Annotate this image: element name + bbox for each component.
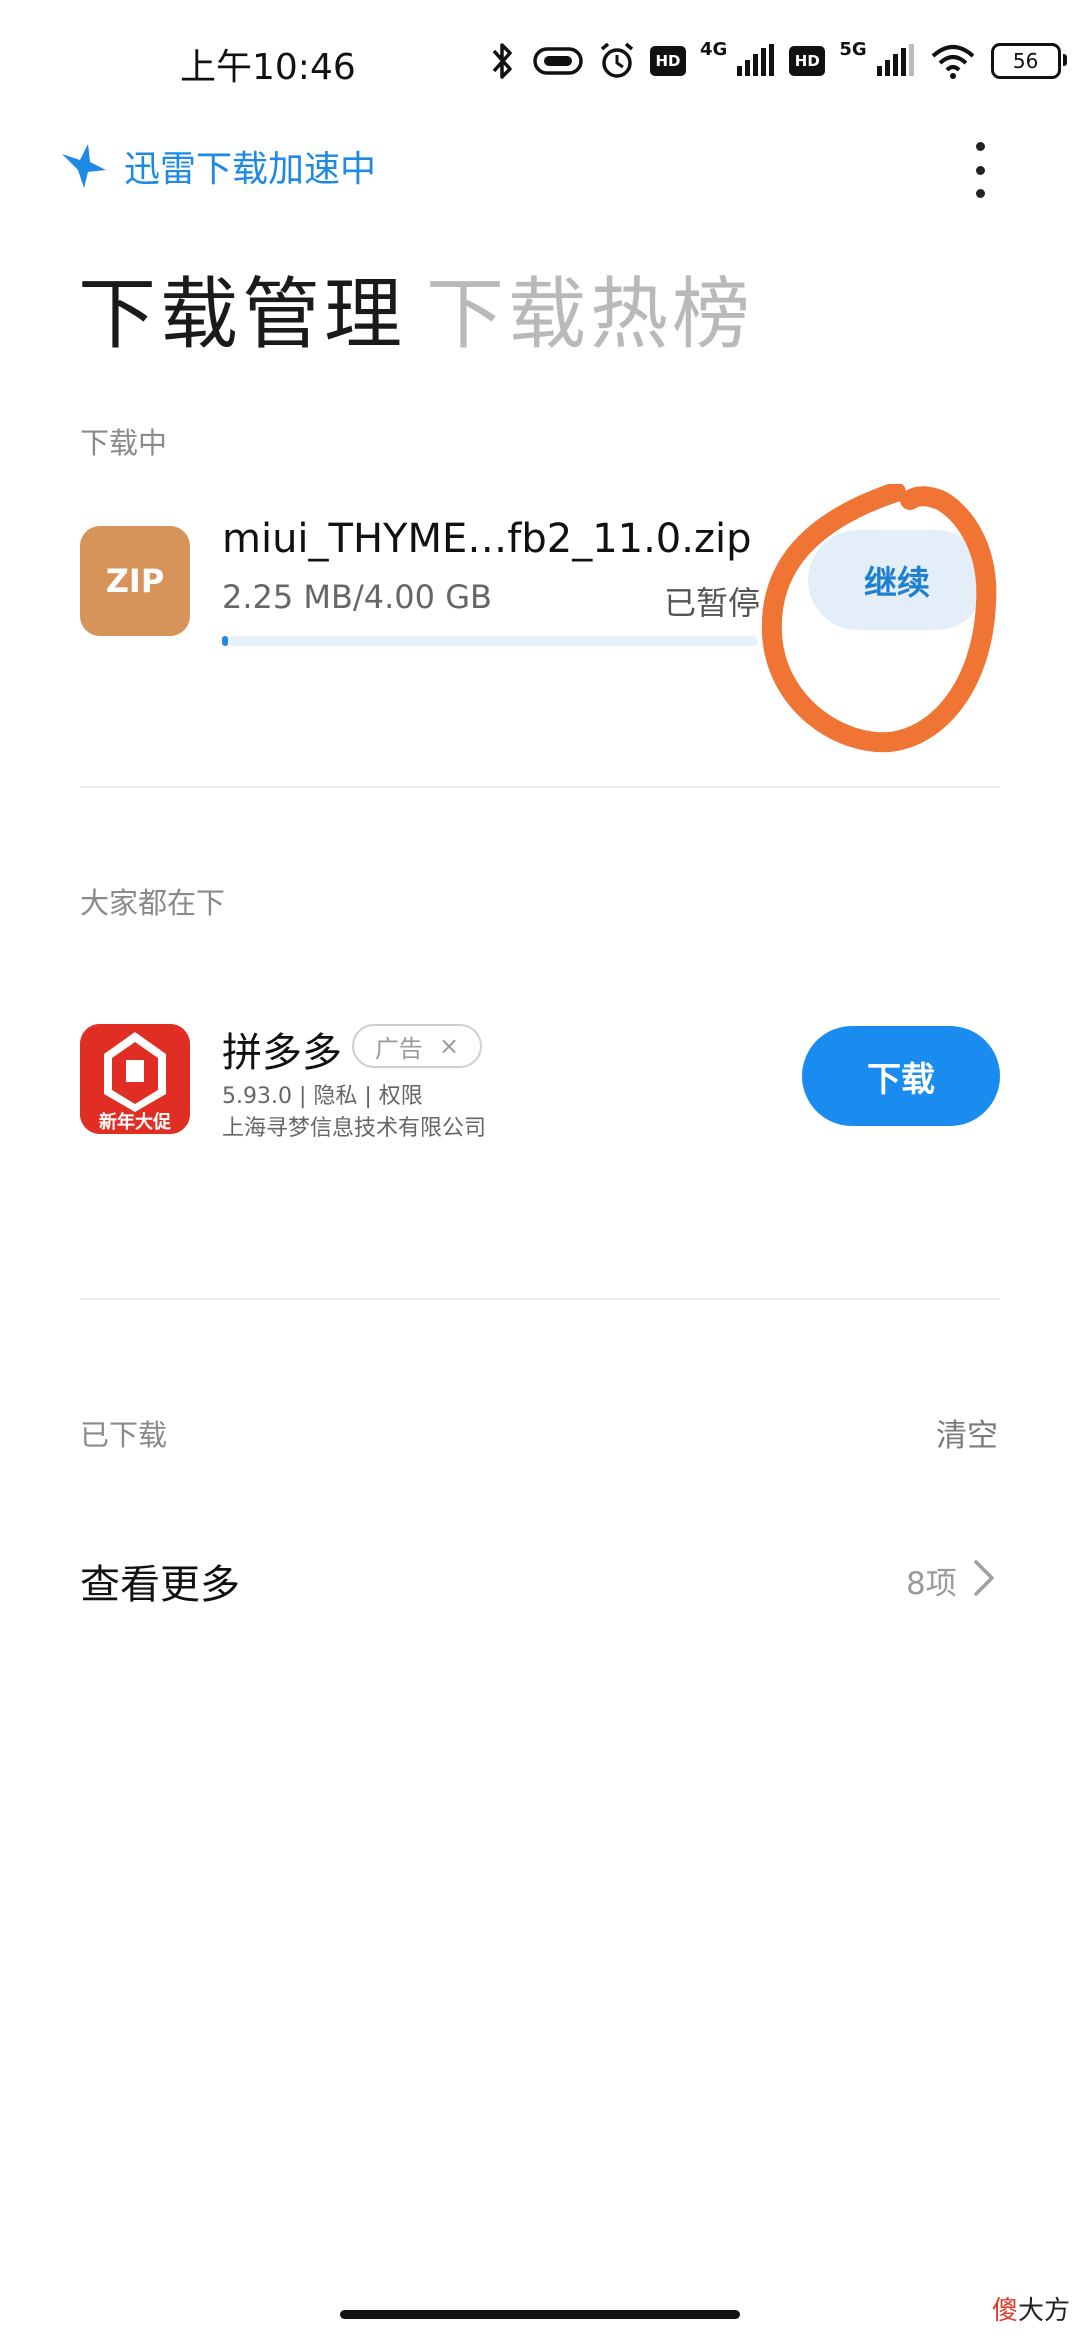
download-button[interactable]: 下载	[802, 1026, 1000, 1126]
thunder-bird-icon	[62, 144, 106, 188]
app-brand: 迅雷下载加速中	[58, 140, 376, 192]
home-indicator[interactable]	[340, 2310, 740, 2319]
wifi-icon	[931, 45, 974, 79]
nfc-icon	[533, 47, 583, 75]
tab-download-manager[interactable]: 下载管理	[78, 252, 406, 364]
file-name[interactable]: miui_THYME…fb2_11.0.zip	[222, 516, 751, 562]
pinduoduo-app-icon: 新年大促	[80, 1024, 190, 1134]
ad-badge: 广告 ×	[352, 1024, 482, 1068]
clear-button[interactable]: 清空	[936, 1410, 998, 1455]
signal-icon	[737, 44, 775, 76]
divider	[80, 786, 1000, 788]
alarm-icon	[600, 42, 634, 78]
section-downloaded-title: 已下载	[80, 1418, 168, 1452]
see-more-link[interactable]: 查看更多	[80, 1552, 240, 1610]
pdd-icon-caption: 新年大促	[99, 1111, 172, 1133]
download-progress-fill	[222, 636, 228, 646]
tab-download-ranking[interactable]: 下载热榜	[426, 252, 754, 364]
battery-icon: 56	[990, 43, 1067, 79]
section-recommend-title: 大家都在下	[80, 886, 226, 920]
chevron-right-icon[interactable]	[972, 1558, 996, 1598]
ad-label: 广告	[374, 1034, 423, 1063]
network-type: 4G	[700, 38, 728, 60]
downloaded-count: 8项	[906, 1566, 957, 1602]
more-options-icon[interactable]	[962, 142, 998, 198]
status-icons: HD 4G HD 5G 56	[488, 38, 1067, 84]
app-company: 上海寻梦信息技术有限公司	[222, 1116, 487, 1141]
download-progress-bar	[222, 636, 758, 646]
app-meta[interactable]: 5.93.0 | 隐私 | 权限	[222, 1078, 423, 1110]
status-time: 上午10:46	[180, 47, 356, 88]
hd-badge: HD	[650, 46, 686, 76]
file-size: 2.25 MB/4.00 GB	[222, 578, 492, 616]
divider	[80, 1298, 1000, 1300]
network-type: 5G	[839, 38, 867, 60]
hd-badge: HD	[789, 46, 826, 76]
close-ad-icon[interactable]: ×	[439, 1032, 459, 1060]
app-brand-title: 迅雷下载加速中	[124, 149, 377, 190]
bluetooth-icon	[492, 43, 512, 79]
zip-file-icon: ZIP	[80, 526, 190, 636]
signal-icon	[876, 44, 914, 76]
hand-drawn-circle-annotation	[761, 484, 997, 753]
section-downloading-title: 下载中	[80, 426, 168, 460]
watermark: 傻大方	[992, 2296, 1071, 2326]
app-name[interactable]: 拼多多	[222, 1020, 342, 1078]
download-status: 已暂停	[664, 584, 761, 622]
